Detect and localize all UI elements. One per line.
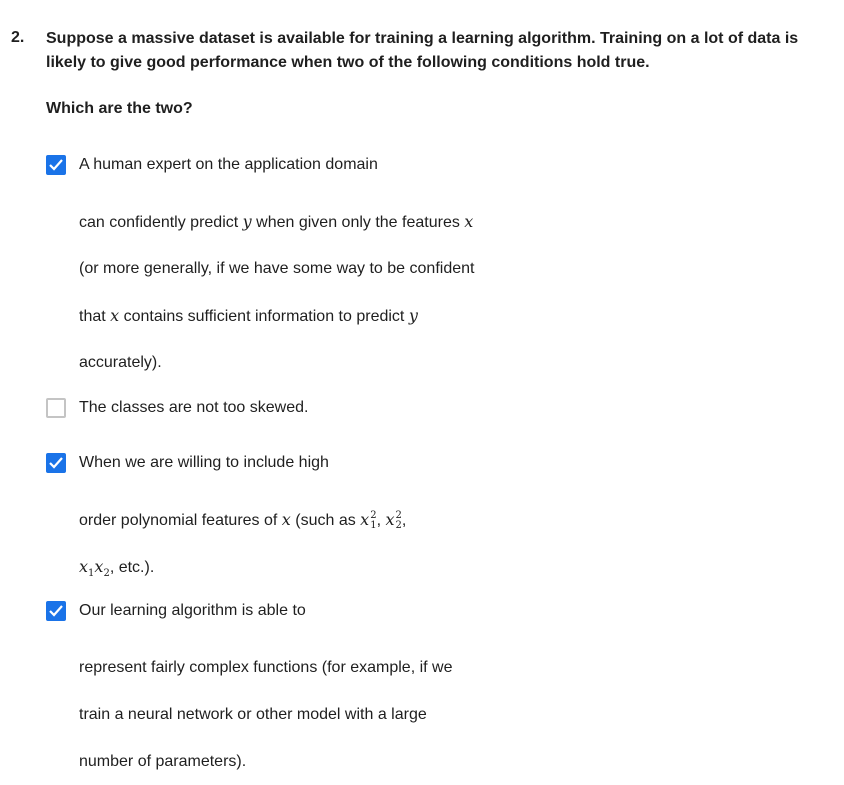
option-line: The classes are not too skewed.: [79, 399, 309, 416]
option-line: Our learning algorithm is able to: [79, 602, 306, 619]
math-var: x1x2: [79, 557, 110, 580]
checkbox-checked-icon[interactable]: [46, 601, 66, 621]
option-line: represent fairly complex functions (for …: [79, 659, 453, 676]
checkbox-checked-icon[interactable]: [46, 453, 66, 473]
option-text: When we are willing to include high orde…: [79, 449, 799, 590]
option-text: Our learning algorithm is able to repres…: [79, 597, 799, 785]
option-line: order polynomial features of x (such as …: [79, 509, 407, 531]
question-text: Suppose a massive dataset is available f…: [46, 30, 799, 71]
math-var: x: [110, 306, 120, 325]
checkbox-unchecked-icon[interactable]: [46, 398, 66, 418]
question-number: 2.: [11, 29, 25, 46]
math-var: x22: [385, 509, 402, 531]
math-var: y: [242, 212, 252, 231]
math-var: y: [408, 306, 418, 325]
option-line: When we are willing to include high: [79, 454, 329, 471]
option-text: A human expert on the application domain…: [79, 151, 799, 386]
question-subprompt: Which are the two?: [46, 100, 193, 117]
option-line: that x contains sufficient information t…: [79, 306, 418, 325]
option-line: (or more generally, if we have some way …: [79, 260, 475, 277]
option-line: accurately).: [79, 354, 162, 371]
math-var: x: [464, 212, 474, 231]
option-line: can confidently predict y when given onl…: [79, 212, 474, 231]
option-text: The classes are not too skewed.: [79, 394, 799, 441]
checkbox-checked-icon[interactable]: [46, 155, 66, 175]
math-var: x21: [360, 509, 377, 531]
option-line: x1x2, etc.).: [79, 557, 155, 580]
option-line: A human expert on the application domain: [79, 156, 378, 173]
math-var: x: [281, 510, 291, 529]
option-line: number of parameters).: [79, 753, 247, 770]
option-line: train a neural network or other model wi…: [79, 706, 427, 723]
